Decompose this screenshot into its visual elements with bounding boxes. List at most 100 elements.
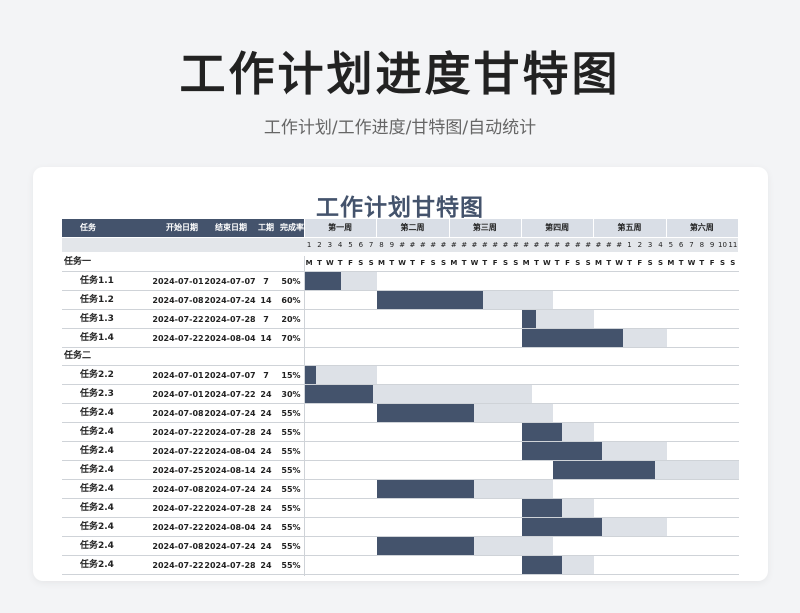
day-number: 5 bbox=[348, 241, 353, 249]
duration: 7 bbox=[263, 315, 269, 324]
task-name: 任务1.2 bbox=[80, 295, 114, 305]
header-start-date: 开始日期 bbox=[166, 223, 198, 232]
day-letter: F bbox=[348, 259, 353, 267]
day-letter: S bbox=[719, 259, 726, 267]
day-letter: T bbox=[554, 259, 560, 267]
day-letter: W bbox=[325, 259, 334, 267]
task-name: 任务2.4 bbox=[80, 560, 114, 570]
start-date: 2024-07-22 bbox=[152, 428, 204, 437]
day-letter: T bbox=[389, 259, 395, 267]
end-date: 2024-07-24 bbox=[204, 485, 256, 494]
day-number: 9 bbox=[709, 241, 715, 249]
task-name: 任务2.4 bbox=[80, 484, 114, 494]
gantt-bar-progress bbox=[522, 499, 562, 517]
task-name: 任务1.4 bbox=[80, 333, 114, 343]
day-letter: T bbox=[337, 259, 343, 267]
end-date: 2024-08-04 bbox=[204, 447, 256, 456]
progress-rate: 55% bbox=[281, 409, 301, 418]
header-progress: 完成率 bbox=[280, 223, 304, 232]
start-date: 2024-07-22 bbox=[152, 334, 204, 343]
day-number: # bbox=[533, 241, 540, 249]
day-letter: F bbox=[420, 259, 426, 267]
duration: 24 bbox=[260, 542, 272, 551]
progress-rate: 55% bbox=[281, 428, 301, 437]
day-letter: F bbox=[709, 259, 715, 267]
task-name: 任务2.3 bbox=[80, 389, 114, 399]
end-date: 2024-07-07 bbox=[204, 277, 256, 286]
start-date: 2024-07-08 bbox=[152, 296, 204, 305]
day-letter: S bbox=[585, 259, 591, 267]
day-letter: S bbox=[502, 259, 509, 267]
end-date: 2024-07-24 bbox=[204, 296, 256, 305]
task-name: 任务2.2 bbox=[80, 370, 114, 380]
end-date: 2024-07-07 bbox=[204, 371, 256, 380]
end-date: 2024-07-24 bbox=[204, 542, 256, 551]
day-letter: T bbox=[627, 259, 632, 267]
row-divider bbox=[62, 574, 739, 575]
task-name: 任务1.3 bbox=[80, 314, 114, 324]
gantt-bar-progress bbox=[377, 480, 474, 498]
sheet-title: 工作计划甘特图 bbox=[316, 195, 484, 221]
day-letter: S bbox=[647, 259, 653, 267]
duration: 24 bbox=[260, 485, 272, 494]
day-number: # bbox=[616, 241, 623, 249]
day-letter: S bbox=[368, 259, 374, 267]
task-name: 任务2.4 bbox=[80, 427, 114, 437]
progress-rate: 55% bbox=[281, 504, 301, 513]
progress-rate: 50% bbox=[281, 277, 301, 286]
start-date: 2024-07-25 bbox=[152, 466, 204, 475]
subheader-band bbox=[62, 238, 304, 252]
day-number: 10 bbox=[718, 241, 727, 249]
duration: 7 bbox=[263, 277, 269, 286]
row-divider bbox=[62, 347, 739, 348]
gantt-bar-progress bbox=[377, 291, 483, 309]
day-number: 6 bbox=[358, 241, 364, 249]
day-number: # bbox=[461, 241, 468, 249]
gantt-bar-progress bbox=[522, 310, 537, 328]
day-letter: S bbox=[575, 259, 581, 267]
day-letter: S bbox=[358, 259, 364, 267]
day-letter: F bbox=[637, 259, 643, 267]
progress-rate: 55% bbox=[281, 523, 301, 532]
day-number: 6 bbox=[678, 241, 684, 249]
progress-rate: 20% bbox=[281, 315, 301, 324]
day-number: # bbox=[595, 241, 602, 249]
end-date: 2024-07-28 bbox=[204, 504, 256, 513]
day-number: # bbox=[471, 241, 478, 249]
day-letter: T bbox=[606, 259, 612, 267]
day-letter: M bbox=[667, 259, 675, 267]
gantt-bar-progress bbox=[522, 556, 562, 574]
day-letter: S bbox=[730, 259, 736, 267]
gantt-bar-progress bbox=[377, 404, 474, 422]
start-date: 2024-07-08 bbox=[152, 409, 204, 418]
day-letter: T bbox=[678, 259, 684, 267]
day-number: # bbox=[543, 241, 550, 249]
week-label: 第二周 bbox=[400, 223, 425, 232]
day-letter: W bbox=[615, 259, 624, 267]
day-number: 8 bbox=[699, 241, 705, 249]
start-date: 2024-07-08 bbox=[152, 542, 204, 551]
end-date: 2024-08-14 bbox=[204, 466, 256, 475]
week-label: 第四周 bbox=[545, 223, 570, 232]
day-number: # bbox=[492, 241, 499, 249]
group-label: 任务一 bbox=[64, 257, 92, 267]
day-number: 3 bbox=[327, 241, 333, 249]
progress-rate: 55% bbox=[281, 542, 301, 551]
gantt-bar-progress bbox=[522, 329, 624, 347]
day-number: 4 bbox=[658, 241, 663, 249]
end-date: 2024-08-04 bbox=[204, 334, 256, 343]
day-letter: W bbox=[687, 259, 696, 267]
day-number: # bbox=[399, 241, 406, 249]
day-number: # bbox=[502, 241, 509, 249]
day-letter: M bbox=[595, 259, 602, 267]
duration: 24 bbox=[260, 390, 272, 399]
start-date: 2024-07-01 bbox=[152, 390, 204, 399]
task-name: 任务2.4 bbox=[80, 408, 114, 418]
progress-rate: 70% bbox=[281, 334, 301, 343]
duration: 24 bbox=[260, 447, 272, 456]
day-letter: M bbox=[522, 259, 530, 267]
day-number: # bbox=[574, 241, 581, 249]
week-label: 第五周 bbox=[617, 223, 642, 232]
start-date: 2024-07-22 bbox=[152, 504, 204, 513]
day-number: 8 bbox=[379, 241, 384, 249]
